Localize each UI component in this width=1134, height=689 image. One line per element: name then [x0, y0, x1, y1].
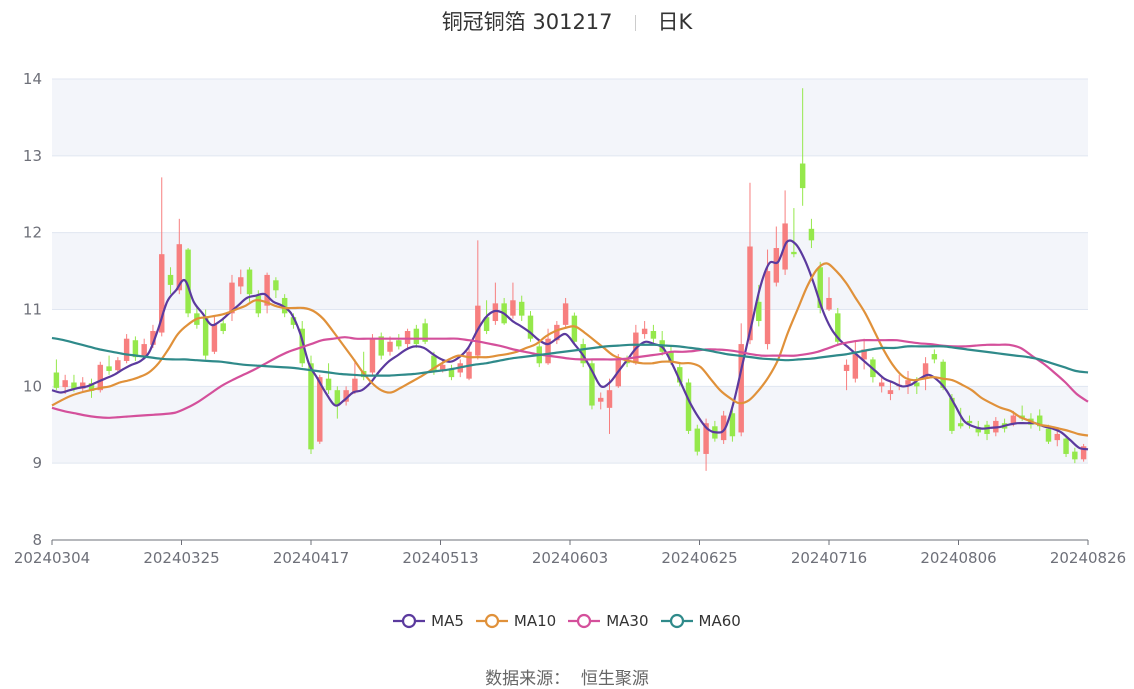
candle-body: [510, 300, 516, 316]
candle-body: [325, 378, 332, 391]
candle-body: [799, 163, 806, 189]
source-value: 恒生聚源: [580, 669, 649, 689]
legend-marker-circle: [402, 613, 417, 629]
candle-body: [387, 341, 393, 352]
y-axis: 8 9 10 11 12 13 14: [23, 70, 42, 549]
legend-marker-icon: [475, 613, 508, 629]
candle-body: [369, 338, 376, 373]
candle-body: [123, 338, 130, 361]
candle-body: [764, 271, 771, 345]
candle-body: [106, 366, 112, 371]
candle-body: [791, 251, 797, 255]
legend-marker-circle: [669, 613, 684, 629]
candle-body: [650, 331, 657, 339]
candle-body: [246, 269, 253, 295]
candle-body: [773, 248, 780, 283]
candle-body: [931, 354, 938, 360]
x-tick-label: 20240625: [661, 549, 737, 567]
candle-body: [1063, 438, 1069, 454]
candle-body: [826, 297, 832, 310]
y-tick-label: 8: [32, 531, 42, 549]
y-tick-label: 14: [23, 70, 42, 88]
y-tick-label: 13: [23, 147, 42, 165]
candle-body: [843, 364, 850, 371]
candle-body: [1072, 451, 1078, 460]
candle-body: [115, 360, 121, 371]
band: [52, 79, 1088, 156]
candle-body: [439, 364, 446, 370]
x-tick-label: 20240417: [273, 549, 349, 567]
legend-marker-icon: [568, 613, 601, 629]
x-tick-label: 20240325: [143, 549, 219, 567]
band: [52, 232, 1088, 310]
candle-body: [1054, 433, 1060, 441]
source-label: 数据来源：: [485, 669, 571, 689]
band: [52, 386, 1088, 464]
candle-body: [685, 382, 692, 431]
x-tick-label: 20240716: [791, 549, 867, 567]
x-tick-label: 20240806: [920, 549, 996, 567]
x-axis: 20240304 20240325 20240417 20240513 20240603…: [14, 539, 1126, 567]
candle-body: [62, 380, 68, 388]
legend-item-ma5[interactable]: MA5: [393, 612, 464, 630]
candle-body: [273, 280, 279, 291]
candle-body: [598, 397, 604, 402]
legend-marker-icon: [660, 613, 693, 629]
y-tick-label: 11: [23, 301, 42, 319]
background-bands: [52, 79, 1088, 464]
candle-body: [413, 328, 420, 345]
legend-marker-circle: [484, 613, 500, 629]
legend: MA5 MA10 MA30 MA60: [0, 612, 1134, 633]
candle-body: [404, 331, 411, 345]
candle-body: [202, 317, 209, 356]
y-tick-label: 9: [32, 454, 42, 472]
candle-body: [808, 228, 815, 241]
candle-body: [571, 315, 578, 342]
x-tick-label: 20240513: [402, 549, 478, 567]
y-tick-label: 12: [23, 224, 42, 242]
candle-body: [255, 295, 262, 314]
legend-label: MA30: [606, 612, 649, 630]
candle-body: [167, 274, 174, 285]
candle-body: [694, 428, 701, 452]
candle-body: [220, 323, 226, 332]
kline-chart: 891011121314 20240304 20240325 20240417 202…: [14, 70, 1126, 567]
candle-body: [878, 382, 885, 387]
legend-item-ma60[interactable]: MA60: [660, 612, 741, 630]
candle-body: [641, 328, 648, 335]
legend-item-ma30[interactable]: MA30: [568, 612, 649, 630]
legend-item-ma10[interactable]: MA10: [475, 612, 557, 630]
legend-label: MA60: [698, 612, 741, 630]
candle-body: [518, 301, 525, 316]
candle-body: [141, 344, 147, 357]
candle-body: [887, 390, 894, 395]
data-source: 数据来源： 恒生聚源: [0, 664, 1134, 689]
candle-body: [1010, 415, 1017, 424]
legend-label: MA10: [513, 612, 557, 630]
y-tick-label: 10: [23, 377, 42, 395]
x-tick-label: 20240304: [14, 549, 90, 567]
candle-body: [396, 340, 402, 347]
legend-marker-circle: [577, 613, 592, 629]
candle-body: [238, 277, 244, 287]
candle-body: [562, 303, 569, 325]
x-tick-label: 20240603: [532, 549, 608, 567]
x-tick-label: 20240826: [1050, 549, 1126, 567]
candle-body: [53, 372, 60, 388]
candle-body: [308, 363, 314, 450]
candle-body: [852, 354, 859, 379]
candle-body: [448, 369, 455, 378]
legend-label: MA5: [431, 612, 464, 630]
candle-body: [606, 390, 613, 408]
candle-body: [211, 324, 218, 352]
candle-body: [957, 423, 964, 427]
candle-body: [97, 364, 104, 391]
candle-body: [1045, 428, 1052, 442]
legend-marker-icon: [393, 613, 426, 629]
